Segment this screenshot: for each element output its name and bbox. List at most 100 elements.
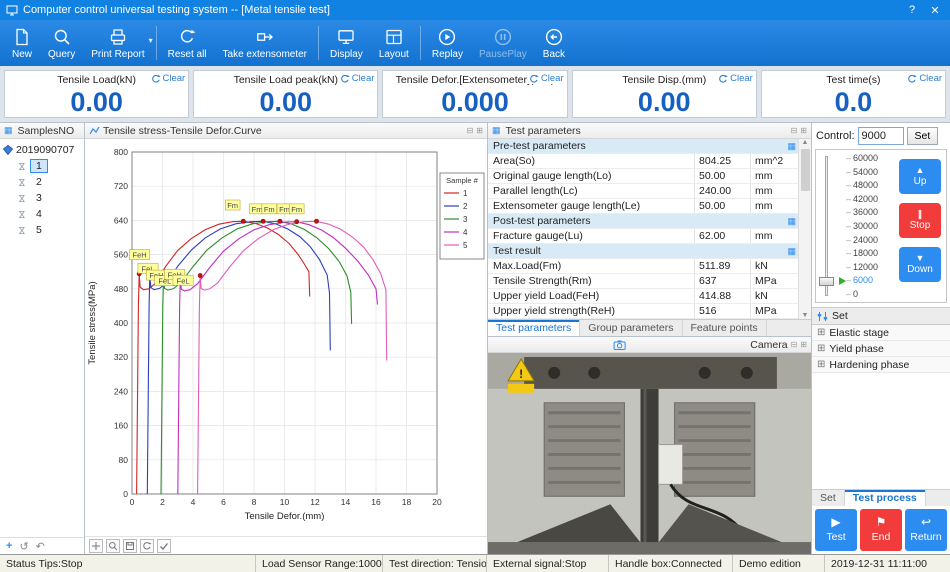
return-button[interactable]: ↩Return <box>905 509 947 551</box>
param-row[interactable]: Fracture gauge(Lu)62.00mm <box>488 229 811 244</box>
apply-chart-button[interactable] <box>157 539 171 553</box>
clear-time-button[interactable]: Clear <box>905 73 942 84</box>
up-button[interactable]: ▲Up <box>899 159 941 194</box>
sample-item-1[interactable]: ⋈1 <box>0 158 84 174</box>
toolbar-separator <box>156 26 157 60</box>
param-section-header[interactable]: Test result▦ <box>488 244 811 259</box>
new-button[interactable]: New <box>4 22 40 64</box>
panel-expand-icon[interactable]: ⊞ <box>800 340 807 349</box>
panel-collapse-icon[interactable]: ⊟ <box>791 340 798 349</box>
replay-button[interactable]: Replay <box>424 22 471 64</box>
stage-set-bar[interactable]: Set <box>812 307 950 325</box>
table-scrollbar[interactable]: ▲ ▼ <box>798 139 811 319</box>
tab-group-parameters[interactable]: Group parameters <box>580 320 682 336</box>
chevron-down-icon[interactable]: ▾ <box>149 36 153 45</box>
param-row[interactable]: Extensometer gauge length(Le)50.00mm <box>488 199 811 214</box>
param-value[interactable]: 50.00 <box>694 199 750 213</box>
meter-value: 0.000 <box>383 88 566 117</box>
param-row[interactable]: Parallel length(Lc)240.00mm <box>488 184 811 199</box>
down-button[interactable]: ▼Down <box>899 247 941 282</box>
tab-test-parameters[interactable]: Test parameters <box>488 320 580 336</box>
panel-expand-icon[interactable]: ⊞ <box>476 126 483 135</box>
back-button[interactable]: Back <box>535 22 573 64</box>
clear-tensile-load-button[interactable]: Clear <box>149 73 186 84</box>
param-row[interactable]: Area(So)804.25mm^2 <box>488 154 811 169</box>
param-value[interactable]: 50.00 <box>694 169 750 183</box>
slider-thumb[interactable] <box>819 277 834 286</box>
param-value[interactable]: 516 <box>694 304 750 318</box>
svg-text:Tensile Defor.(mm): Tensile Defor.(mm) <box>245 511 325 522</box>
control-label: Control: <box>816 130 855 142</box>
panel-collapse-icon[interactable]: ⊟ <box>791 126 798 135</box>
param-value[interactable]: 511.89 <box>694 259 750 273</box>
panel-expand-icon[interactable]: ⊞ <box>800 126 807 135</box>
meter-label: Tensile Load peak(kN) <box>234 74 338 86</box>
tab-set[interactable]: Set <box>812 490 845 506</box>
param-row[interactable]: Tensile Strength(Rm)637MPa <box>488 274 811 289</box>
param-value[interactable]: 637 <box>694 274 750 288</box>
param-section-header[interactable]: Pre-test parameters▦ <box>488 139 811 154</box>
reset-all-button[interactable]: Reset all <box>160 22 215 64</box>
end-button[interactable]: ⚑End <box>860 509 902 551</box>
stage-yield-phase[interactable]: ⊞Yield phase <box>812 341 950 357</box>
title-bar: Computer control universal testing syste… <box>0 0 950 20</box>
expand-box-icon[interactable]: ⊞ <box>817 359 825 370</box>
up-chevron-icon: ▲ <box>916 165 925 176</box>
scrollbar-thumb[interactable] <box>801 149 810 191</box>
slider-track[interactable] <box>825 156 828 296</box>
param-value[interactable]: 414.88 <box>694 289 750 303</box>
stage-elastic-stage[interactable]: ⊞Elastic stage <box>812 325 950 341</box>
param-name: Fracture gauge(Lu) <box>488 230 694 242</box>
samples-panel-title: SamplesNO <box>18 125 75 137</box>
param-row[interactable]: Upper yield strength(ReH)516MPa <box>488 304 811 319</box>
zoom-tool-button[interactable] <box>106 539 120 553</box>
control-value-input[interactable] <box>858 127 904 145</box>
clear-disp-button[interactable]: Clear <box>716 73 753 84</box>
save-chart-button[interactable] <box>123 539 137 553</box>
param-value[interactable]: 804.25 <box>694 154 750 168</box>
clear-load-peak-button[interactable]: Clear <box>338 73 375 84</box>
expand-box-icon[interactable]: ⊞ <box>817 327 825 338</box>
sample-item-5[interactable]: ⋈5 <box>0 222 84 238</box>
take-extensometer-button[interactable]: Take extensometer <box>215 22 316 64</box>
query-button[interactable]: Query <box>40 22 83 64</box>
refresh-chart-button[interactable] <box>140 539 154 553</box>
pan-tool-button[interactable] <box>89 539 103 553</box>
scale-label-60000: –60000 <box>846 153 894 163</box>
param-row[interactable]: Upper yield Load(FeH)414.88kN <box>488 289 811 304</box>
slider-position-arrow <box>839 277 846 285</box>
scroll-down-icon[interactable]: ▼ <box>802 312 809 319</box>
speed-slider-box: –60000–54000–48000–42000–36000–30000–240… <box>815 149 947 303</box>
close-button[interactable]: ✕ <box>926 4 944 17</box>
print-report-button[interactable]: Print Report ▾ <box>83 22 152 64</box>
add-sample-button[interactable]: + <box>6 540 12 552</box>
sample-group-node[interactable]: 2019090707 <box>0 142 84 158</box>
scroll-up-icon[interactable]: ▲ <box>802 139 809 146</box>
undo-button[interactable]: ↶ <box>36 540 45 553</box>
param-row[interactable]: Max.Load(Fm)511.89kN <box>488 259 811 274</box>
clear-defor-button[interactable]: Clear <box>527 73 564 84</box>
sample-item-3[interactable]: ⋈3 <box>0 190 84 206</box>
layout-button[interactable]: Layout <box>371 22 417 64</box>
control-set-button[interactable]: Set <box>907 127 939 145</box>
panel-collapse-icon[interactable]: ⊟ <box>467 126 474 135</box>
stop-button[interactable]: ∥Stop <box>899 203 941 238</box>
help-button[interactable]: ? <box>903 4 921 16</box>
status-item-4: Handle box:Connected <box>609 555 733 572</box>
expand-box-icon[interactable]: ⊞ <box>817 343 825 354</box>
sample-item-4[interactable]: ⋈4 <box>0 206 84 222</box>
param-row[interactable]: Original gauge length(Lo)50.00mm <box>488 169 811 184</box>
tab-test-process[interactable]: Test process <box>845 490 926 506</box>
pauseplay-button[interactable]: PausePlay <box>471 22 535 64</box>
display-button[interactable]: Display <box>322 22 371 64</box>
param-value[interactable]: 62.00 <box>694 229 750 243</box>
param-section-header[interactable]: Post-test parameters▦ <box>488 214 811 229</box>
param-value[interactable]: 240.00 <box>694 184 750 198</box>
scale-label-12000: –12000 <box>846 262 894 272</box>
tab-feature-points[interactable]: Feature points <box>683 320 767 336</box>
stress-strain-chart[interactable]: 0246810121416182008016024032040048056064… <box>85 139 487 536</box>
sample-item-2[interactable]: ⋈2 <box>0 174 84 190</box>
test-button[interactable]: ▶Test <box>815 509 857 551</box>
refresh-samples-button[interactable]: ↺ <box>19 540 28 553</box>
stage-hardening-phase[interactable]: ⊞Hardening phase <box>812 357 950 373</box>
